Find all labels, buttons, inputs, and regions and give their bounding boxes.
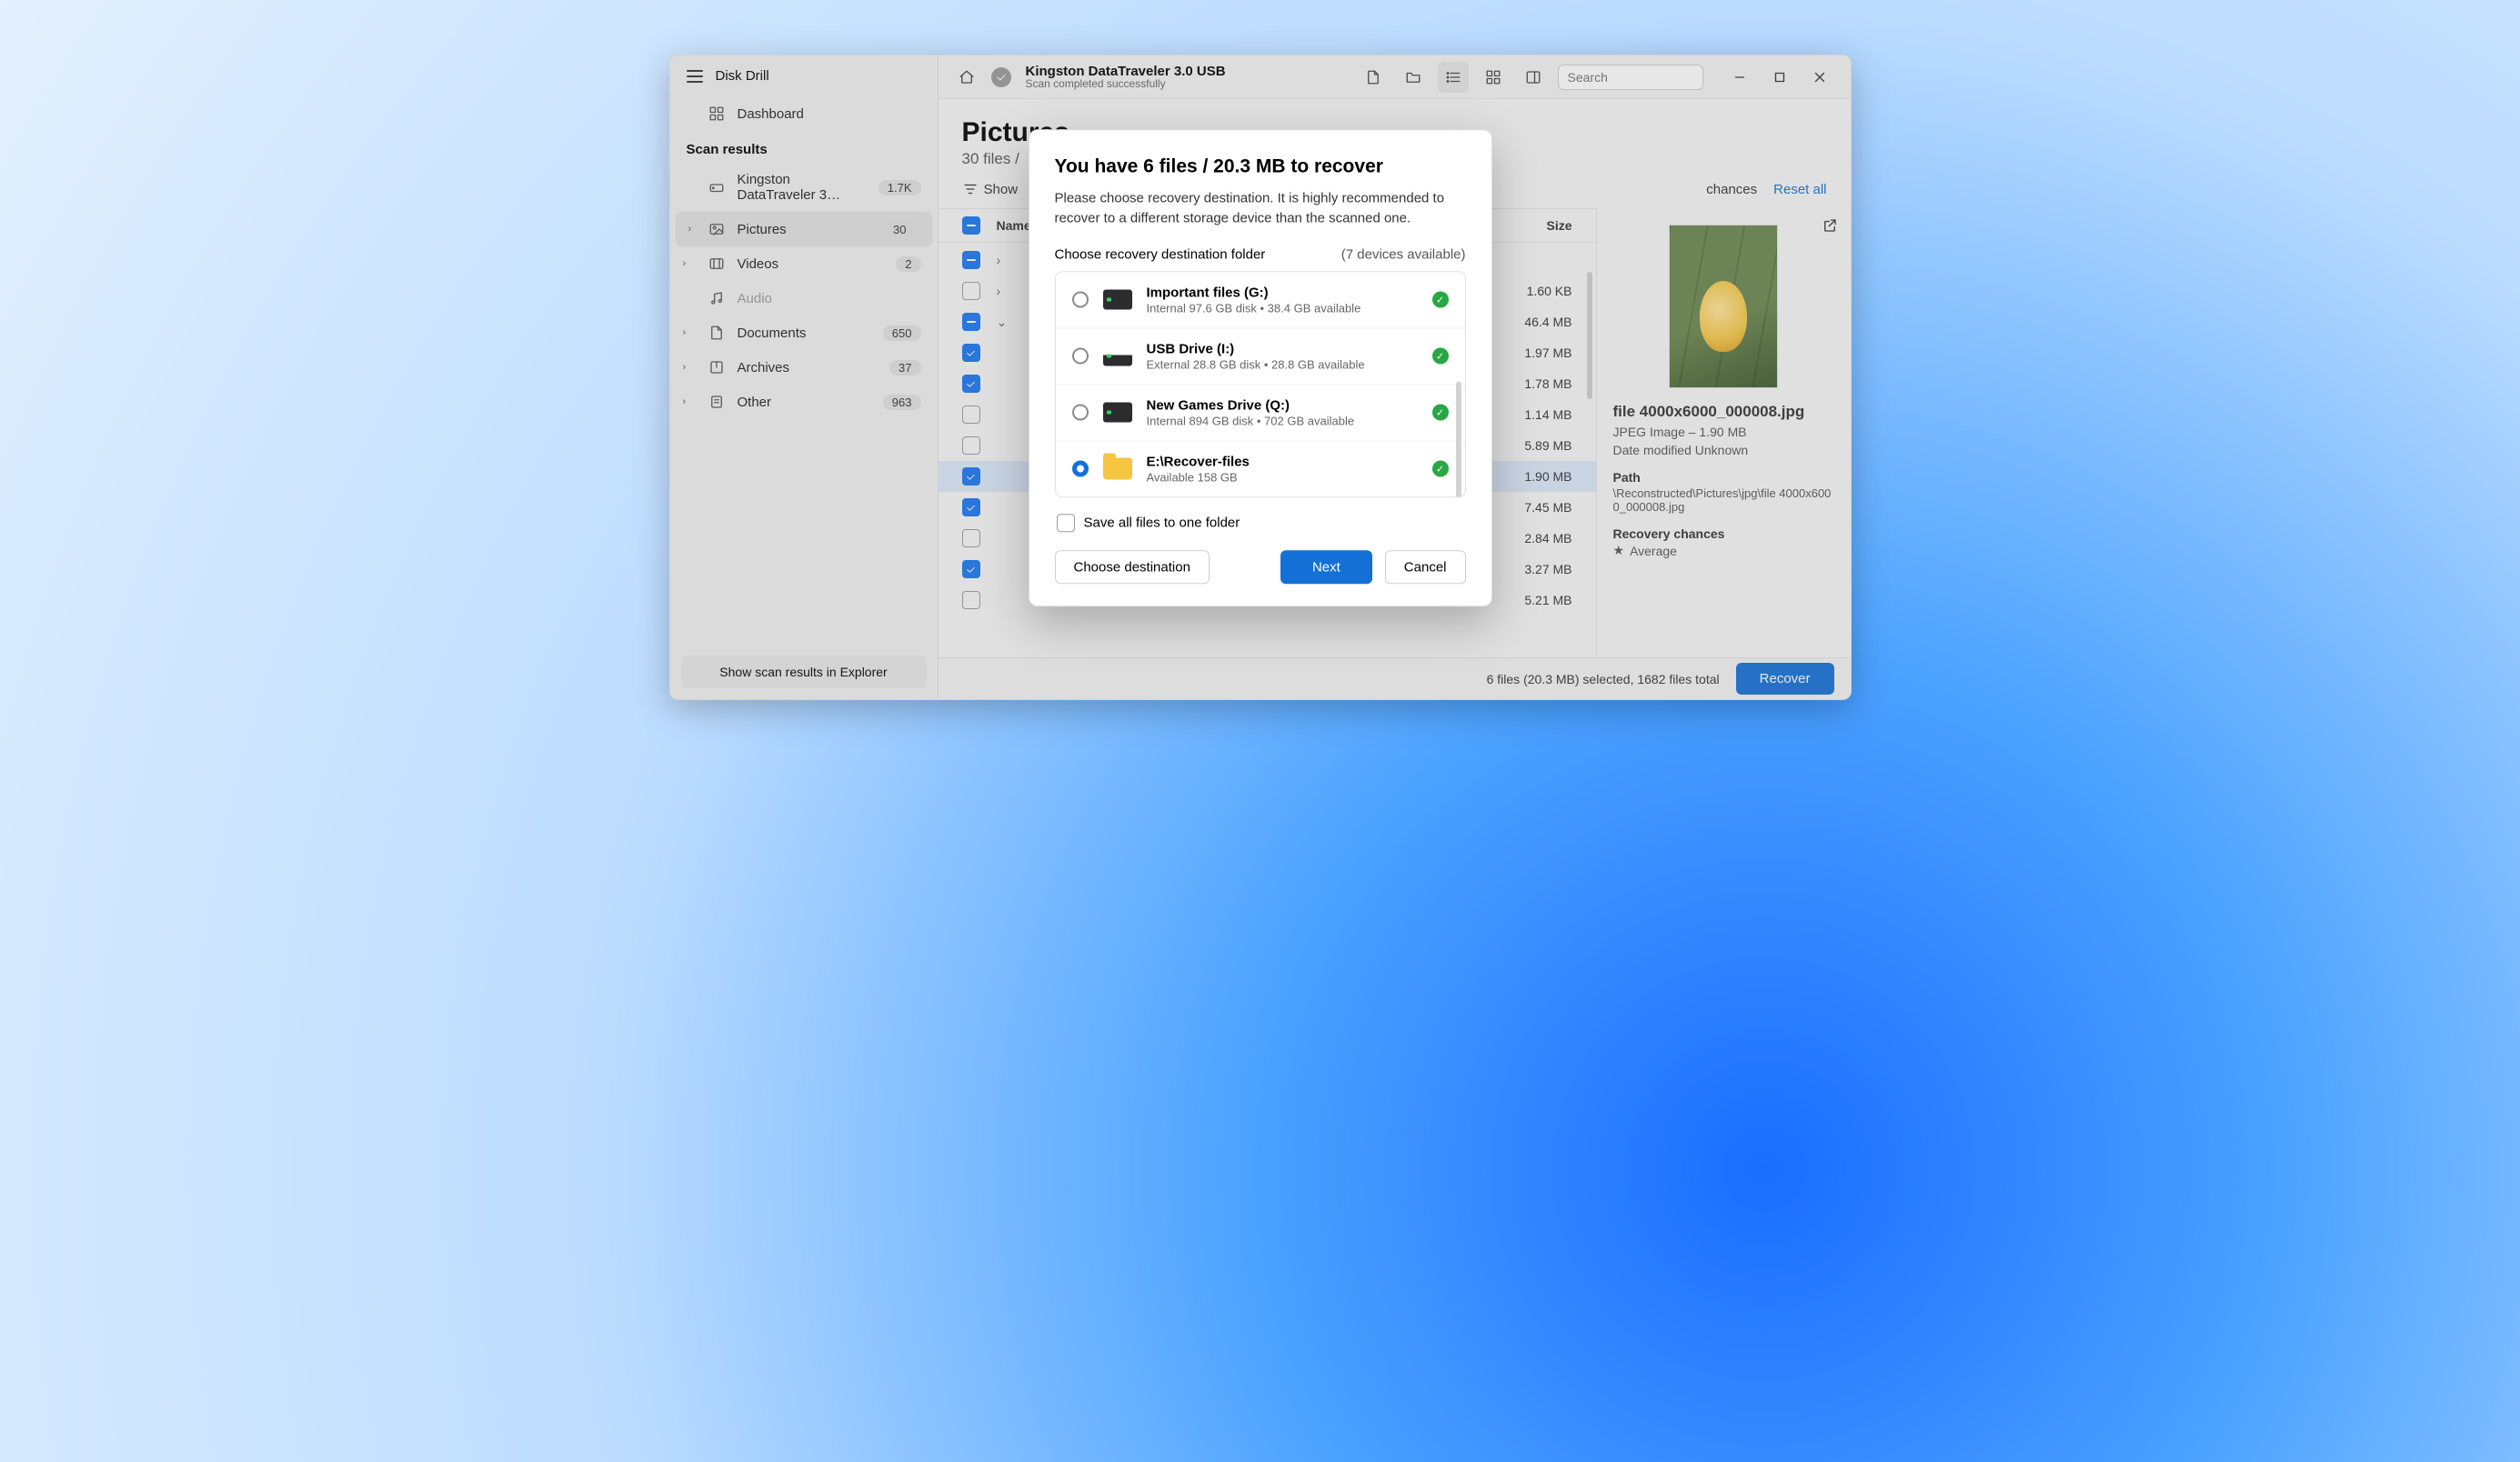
device-count: (7 devices available) — [1341, 246, 1466, 262]
folder-icon — [1103, 457, 1132, 479]
cancel-button[interactable]: Cancel — [1385, 550, 1466, 584]
destination-radio[interactable] — [1072, 460, 1089, 476]
destination-name: New Games Drive (Q:) — [1147, 397, 1418, 413]
save-one-label: Save all files to one folder — [1084, 515, 1240, 530]
destination-radio[interactable] — [1072, 347, 1089, 364]
destination-option[interactable]: E:\Recover-filesAvailable 158 GB ✓ — [1056, 440, 1465, 496]
app-window: Disk Drill Dashboard Scan results Kingst… — [669, 55, 1852, 700]
choose-destination-button[interactable]: Choose destination — [1055, 550, 1210, 584]
destination-scrollbar[interactable] — [1456, 381, 1461, 497]
save-to-one-folder[interactable]: Save all files to one folder — [1057, 514, 1464, 532]
destination-detail: Available 158 GB — [1147, 470, 1418, 484]
drive-icon — [1103, 289, 1132, 309]
drive-icon — [1103, 345, 1132, 366]
choose-destination-label: Choose recovery destination folder — [1055, 246, 1266, 262]
destination-option[interactable]: Important files (G:)Internal 97.6 GB dis… — [1056, 272, 1465, 327]
destination-option[interactable]: USB Drive (I:)External 28.8 GB disk • 28… — [1056, 327, 1465, 384]
check-icon: ✓ — [1432, 460, 1449, 476]
check-icon: ✓ — [1432, 404, 1449, 420]
save-one-checkbox[interactable] — [1057, 514, 1075, 532]
destination-name: E:\Recover-files — [1147, 454, 1418, 469]
destination-detail: Internal 894 GB disk • 702 GB available — [1147, 414, 1418, 427]
drive-icon — [1103, 402, 1132, 422]
next-button[interactable]: Next — [1280, 550, 1372, 584]
destination-option[interactable]: New Games Drive (Q:)Internal 894 GB disk… — [1056, 384, 1465, 440]
check-icon: ✓ — [1432, 347, 1449, 364]
check-icon: ✓ — [1432, 291, 1449, 307]
destination-detail: Internal 97.6 GB disk • 38.4 GB availabl… — [1147, 301, 1418, 315]
destination-radio[interactable] — [1072, 404, 1089, 420]
destination-list: Important files (G:)Internal 97.6 GB dis… — [1055, 271, 1466, 497]
destination-detail: External 28.8 GB disk • 28.8 GB availabl… — [1147, 357, 1418, 371]
modal-title: You have 6 files / 20.3 MB to recover — [1055, 155, 1466, 177]
destination-radio[interactable] — [1072, 291, 1089, 307]
destination-name: Important files (G:) — [1147, 285, 1418, 300]
modal-hint: Please choose recovery destination. It i… — [1055, 188, 1466, 228]
recovery-destination-modal: You have 6 files / 20.3 MB to recover Pl… — [1029, 129, 1492, 606]
destination-name: USB Drive (I:) — [1147, 341, 1418, 356]
